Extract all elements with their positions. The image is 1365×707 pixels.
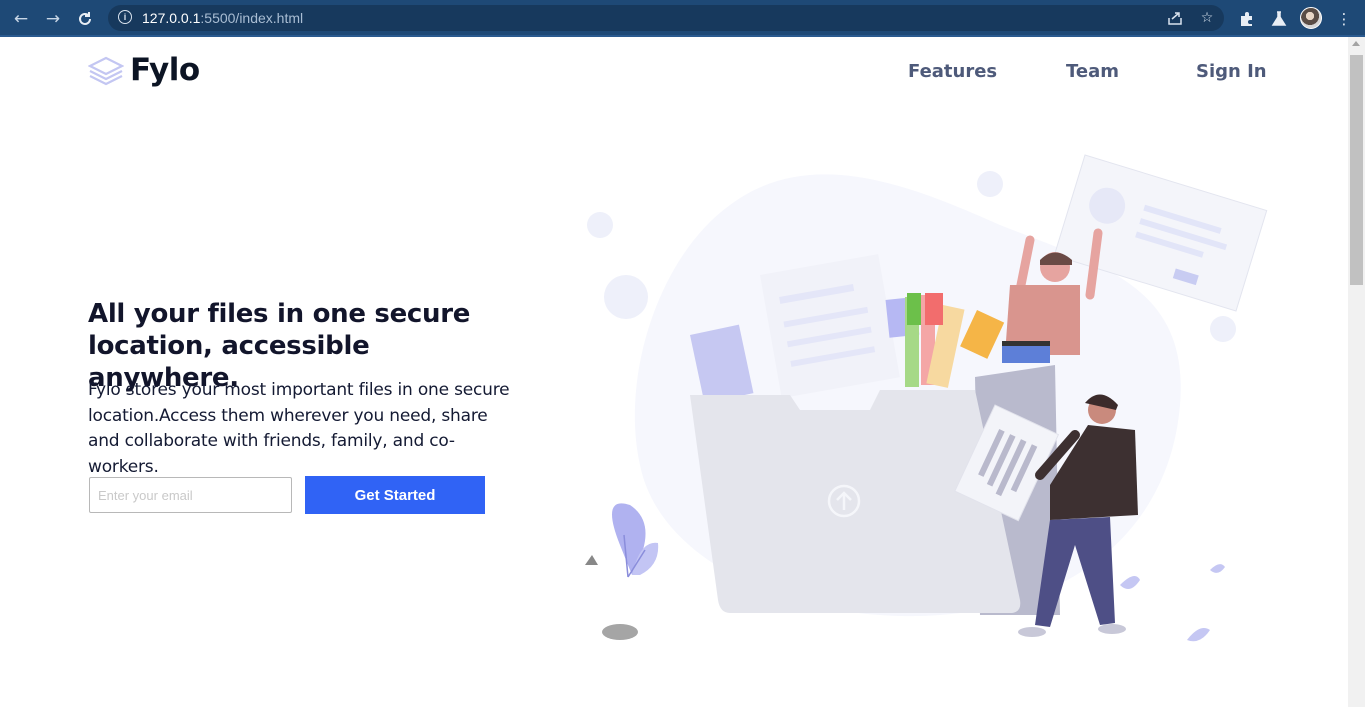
labs-icon[interactable] xyxy=(1268,8,1290,30)
info-icon[interactable]: i xyxy=(118,10,132,24)
hero-illustration xyxy=(585,154,1268,642)
bookmark-star-icon[interactable]: ☆ xyxy=(1197,8,1217,28)
scroll-up-arrow-icon[interactable] xyxy=(1352,41,1360,46)
browser-toolbar: ← → i 127.0.0.1:5500/index.html ☆ ⋮ xyxy=(0,0,1365,37)
forward-arrow-icon[interactable]: → xyxy=(42,8,64,30)
scrollbar-thumb[interactable] xyxy=(1350,55,1363,285)
get-started-button[interactable]: Get Started xyxy=(305,476,485,514)
nav-sign-in[interactable]: Sign In xyxy=(1196,61,1267,82)
nav-features[interactable]: Features xyxy=(908,61,997,82)
url-text[interactable]: 127.0.0.1:5500/index.html xyxy=(142,10,303,26)
email-input[interactable] xyxy=(89,477,292,513)
logo-text: Fylo xyxy=(130,52,200,88)
nav-team[interactable]: Team xyxy=(1066,61,1119,82)
scrollbar[interactable] xyxy=(1348,37,1365,707)
extensions-icon[interactable] xyxy=(1236,8,1258,30)
hero-description: Fylo stores your most important files in… xyxy=(88,380,510,477)
more-menu-icon[interactable]: ⋮ xyxy=(1333,8,1355,30)
back-arrow-icon[interactable]: ← xyxy=(10,8,32,30)
logo-layers-icon xyxy=(87,56,125,86)
share-icon[interactable] xyxy=(1165,8,1185,28)
reload-icon[interactable] xyxy=(74,8,96,30)
avatar[interactable] xyxy=(1300,7,1322,29)
logo[interactable]: Fylo xyxy=(87,52,200,88)
address-bar[interactable]: i 127.0.0.1:5500/index.html ☆ xyxy=(108,5,1224,31)
